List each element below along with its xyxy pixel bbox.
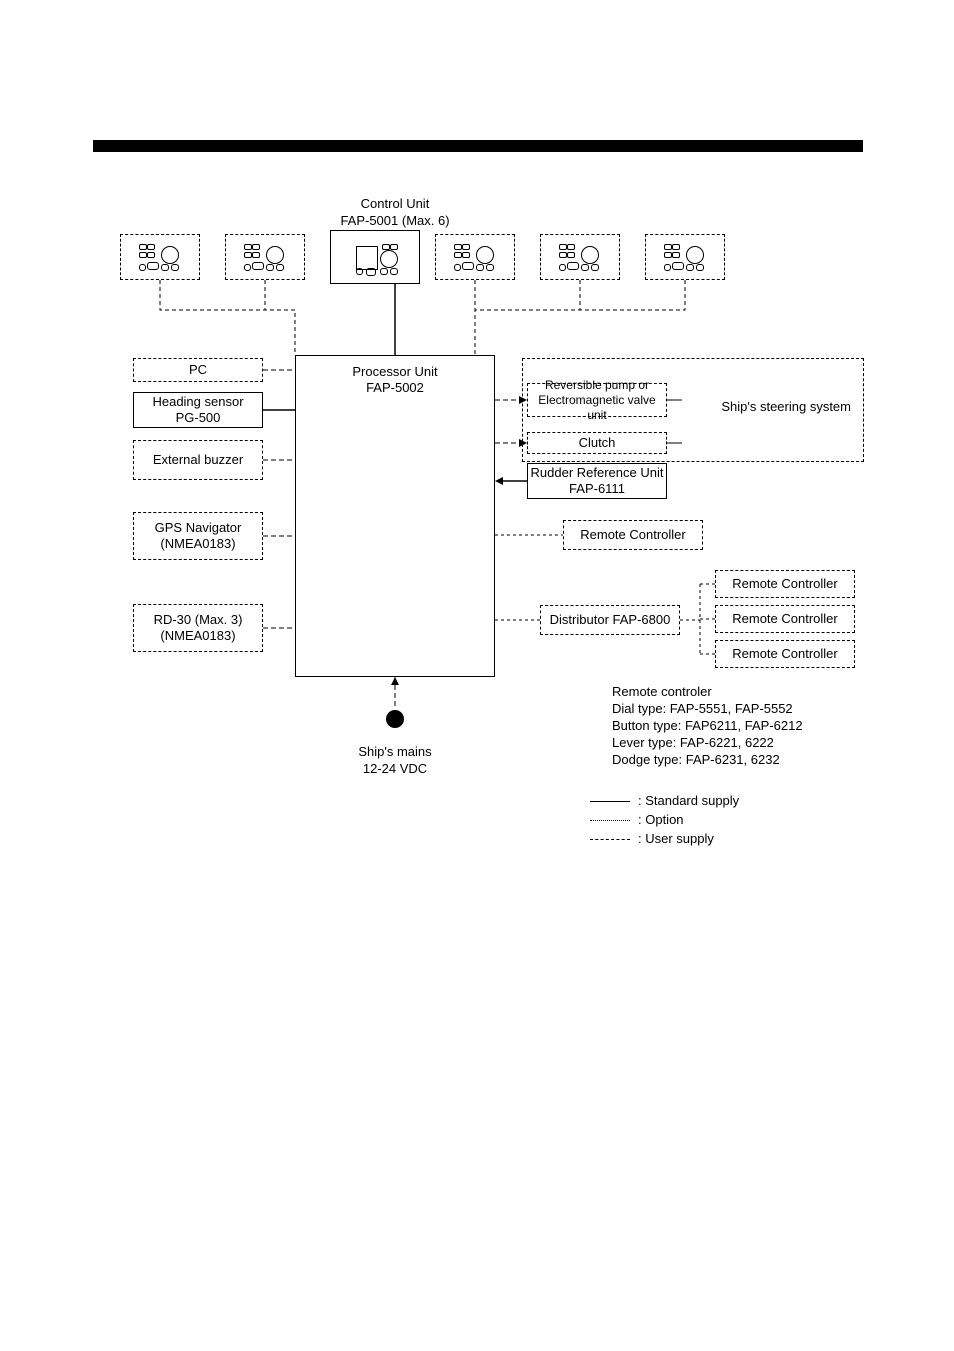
legend-standard-label: : Standard supply xyxy=(638,793,739,810)
legend-option-label: : Option xyxy=(638,812,684,829)
note-l4: Lever type: FAP-6221, 6222 xyxy=(612,735,774,750)
mains-dot-icon xyxy=(386,710,404,728)
note-l3: Button type: FAP6211, FAP-6212 xyxy=(612,718,803,733)
note-l2: Dial type: FAP-5551, FAP-5552 xyxy=(612,701,793,716)
note-l5: Dodge type: FAP-6231, 6232 xyxy=(612,752,780,767)
legend-line-option xyxy=(590,820,630,821)
legend-line-user xyxy=(590,839,630,840)
mains-label: Ship's mains 12-24 VDC xyxy=(345,744,445,778)
legend-user-label: : User supply xyxy=(638,831,714,848)
mains-line1: Ship's mains xyxy=(358,744,431,759)
mains-line2: 12-24 VDC xyxy=(363,761,427,776)
remote-note: Remote controler Dial type: FAP-5551, FA… xyxy=(612,684,872,768)
note-l1: Remote controler xyxy=(612,684,712,699)
legend-line-standard xyxy=(590,801,630,802)
mains-connector xyxy=(0,0,954,780)
